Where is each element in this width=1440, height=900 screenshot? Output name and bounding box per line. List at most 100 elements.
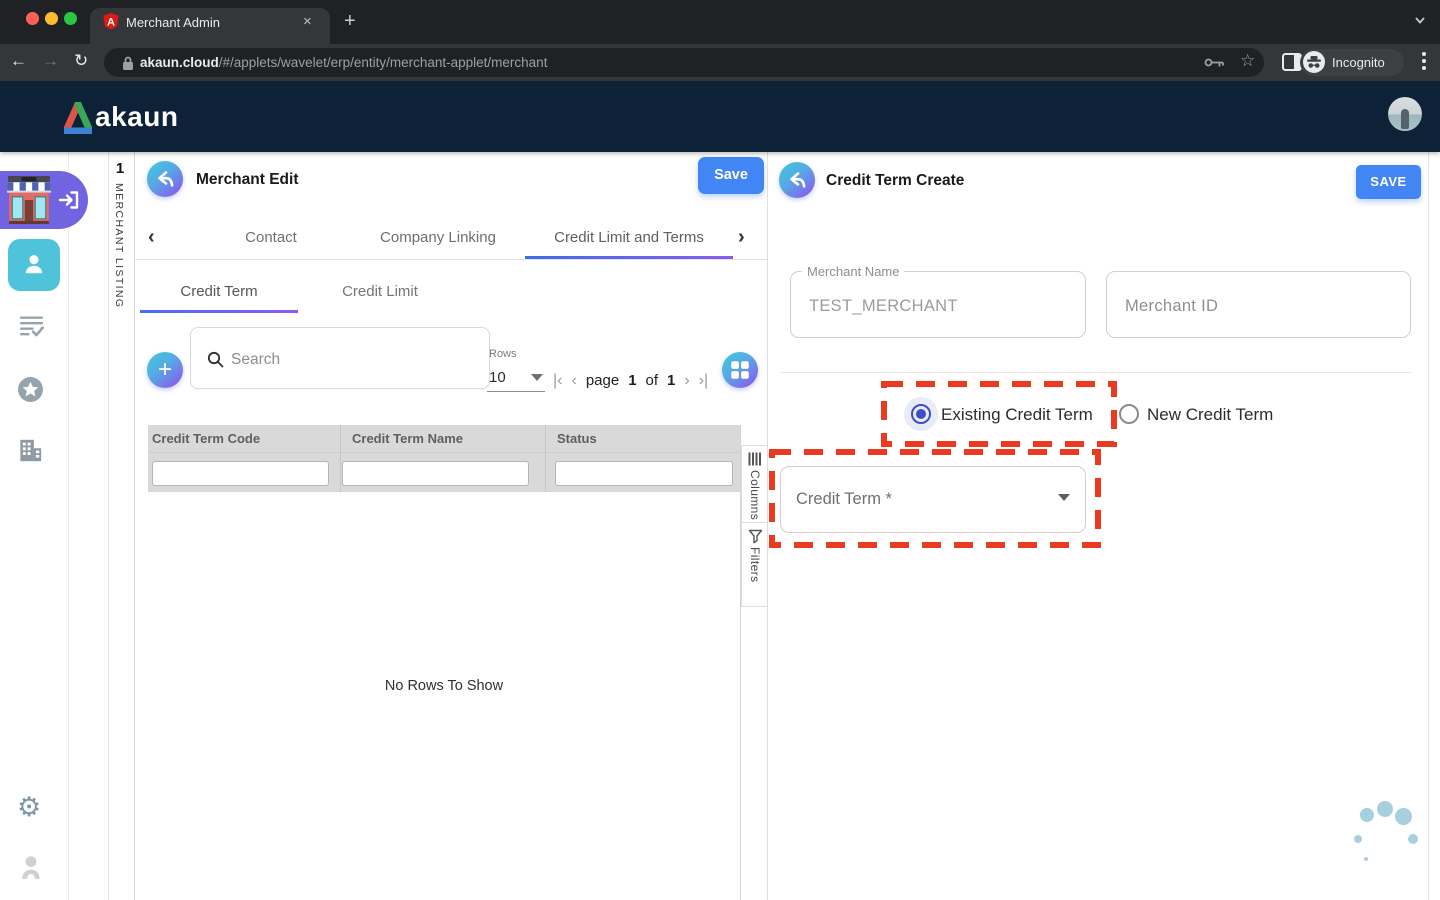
tab-scroll-left-icon[interactable]: ‹: [148, 226, 155, 249]
screen: A Merchant Admin × + ← → ↻ akaun.cloud/#…: [0, 0, 1440, 900]
strip-divider: [134, 152, 135, 900]
shop-icon: [6, 176, 52, 224]
browser-menu-icon[interactable]: [1422, 52, 1426, 73]
merchant-name-field[interactable]: [790, 271, 1086, 338]
user-avatar[interactable]: [1388, 97, 1422, 131]
window-zoom-button[interactable]: [64, 12, 77, 25]
incognito-label: Incognito: [1332, 55, 1385, 70]
app-header: [0, 81, 1440, 152]
tabbar-divider: [135, 259, 768, 260]
applet-strip-label[interactable]: MERCHANT LISTING: [113, 183, 125, 308]
active-subtab-underline: [140, 310, 298, 313]
side-tab-filters[interactable]: Filters: [741, 522, 767, 607]
url-path: /#/applets/wavelet/erp/entity/merchant-a…: [219, 55, 548, 70]
subtab-credit-limit[interactable]: Credit Limit: [320, 283, 440, 300]
merchant-name-label: Merchant Name: [802, 264, 904, 279]
side-panel-icon[interactable]: [1282, 53, 1302, 71]
tab-scroll-right-icon[interactable]: ›: [738, 226, 745, 249]
browser-back-button[interactable]: ←: [10, 51, 27, 71]
tab-close-icon[interactable]: ×: [303, 14, 312, 29]
prev-page-icon[interactable]: ‹: [571, 373, 576, 389]
save-button[interactable]: SAVE: [1356, 165, 1421, 199]
url-text: akaun.cloud/#/applets/wavelet/erp/entity…: [140, 55, 547, 70]
search-input[interactable]: [229, 341, 478, 379]
chevron-down-icon[interactable]: [1413, 13, 1427, 27]
column-separator: [545, 425, 546, 492]
annotation-box-radio: [880, 380, 1118, 448]
filter-input-credit-term-name[interactable]: [342, 461, 529, 486]
svg-text:A: A: [107, 17, 115, 29]
of-word: of: [646, 372, 659, 389]
merchant-name-input[interactable]: [807, 286, 1061, 326]
back-button[interactable]: [779, 162, 815, 198]
side-tab-columns[interactable]: Columns: [741, 445, 767, 523]
radio-new-credit-term-label[interactable]: New Credit Term: [1147, 405, 1273, 425]
plus-icon: +: [147, 355, 183, 385]
decorative-dot: [1364, 857, 1368, 861]
columns-icon: [748, 452, 762, 466]
first-page-icon[interactable]: |‹: [553, 373, 562, 389]
back-button[interactable]: [147, 161, 183, 197]
total-pages: 1: [667, 372, 675, 389]
profile-icon[interactable]: [18, 853, 44, 881]
building-icon[interactable]: [17, 437, 44, 464]
filter-input-credit-term-code[interactable]: [152, 461, 329, 486]
merchant-id-field[interactable]: [1106, 271, 1411, 338]
page-word: page: [586, 372, 619, 389]
page-title-merchant-edit: Merchant Edit: [196, 171, 298, 189]
bookmark-star-icon[interactable]: ☆: [1240, 51, 1255, 71]
sidebar-item-merchant-listing[interactable]: [8, 239, 60, 291]
decorative-dot: [1377, 801, 1393, 817]
add-button[interactable]: +: [147, 352, 183, 388]
incognito-icon: [1303, 51, 1325, 73]
angular-icon: A: [103, 13, 119, 30]
save-button[interactable]: Save: [698, 157, 764, 194]
decorative-dot: [1360, 808, 1374, 822]
current-page: 1: [628, 372, 636, 389]
annotation-box-dropdown: [768, 448, 1102, 549]
radio-new-credit-term[interactable]: [1119, 404, 1139, 424]
back-arrow-icon: [785, 168, 809, 192]
panel-right-border: [1428, 152, 1429, 900]
filter-input-status[interactable]: [555, 461, 733, 486]
column-header-status[interactable]: Status: [557, 431, 597, 446]
rows-per-page-value[interactable]: 10: [489, 369, 506, 386]
lock-icon[interactable]: [122, 55, 134, 71]
tab-credit-limit-and-terms[interactable]: Credit Limit and Terms: [525, 229, 733, 246]
rows-select-underline: [487, 391, 545, 392]
tab-company-linking[interactable]: Company Linking: [363, 229, 513, 246]
active-tab-underline: [525, 256, 733, 259]
search-box[interactable]: [190, 327, 490, 389]
last-page-icon[interactable]: ›|: [699, 373, 708, 389]
gear-icon[interactable]: ⚙: [17, 793, 41, 821]
tab-contact[interactable]: Contact: [221, 229, 321, 246]
search-icon: [207, 351, 224, 368]
column-header-credit-term-name[interactable]: Credit Term Name: [352, 431, 463, 446]
column-header-credit-term-code[interactable]: Credit Term Code: [152, 431, 260, 446]
window-minimize-button[interactable]: [45, 12, 58, 25]
side-tab-columns-label: Columns: [748, 470, 762, 520]
side-tab-filters-label: Filters: [748, 547, 762, 582]
akaun-logo-icon: [64, 102, 92, 134]
star-circle-icon[interactable]: [17, 376, 44, 403]
window-close-button[interactable]: [26, 12, 39, 25]
rows-label: Rows: [489, 348, 517, 360]
brand-name: akaun: [95, 101, 178, 133]
browser-reload-button[interactable]: ↻: [74, 51, 88, 71]
url-host: akaun.cloud: [140, 55, 219, 70]
pagination: |‹ ‹ page 1 of 1 › ›|: [553, 372, 713, 389]
grid-icon: [728, 358, 752, 382]
rows-dropdown-caret-icon[interactable]: [531, 374, 543, 381]
column-separator: [340, 425, 341, 492]
list-check-icon[interactable]: [17, 314, 44, 338]
next-page-icon[interactable]: ›: [684, 373, 689, 389]
browser-forward-button[interactable]: →: [42, 51, 59, 71]
enter-arrow-icon: [58, 190, 80, 210]
key-icon[interactable]: [1204, 56, 1226, 69]
drawer-divider: [108, 152, 109, 900]
grid-view-button[interactable]: [722, 352, 758, 388]
filter-funnel-icon: [748, 529, 763, 544]
subtab-credit-term[interactable]: Credit Term: [140, 283, 298, 300]
new-tab-button[interactable]: +: [344, 11, 356, 31]
merchant-id-input[interactable]: [1123, 286, 1385, 326]
